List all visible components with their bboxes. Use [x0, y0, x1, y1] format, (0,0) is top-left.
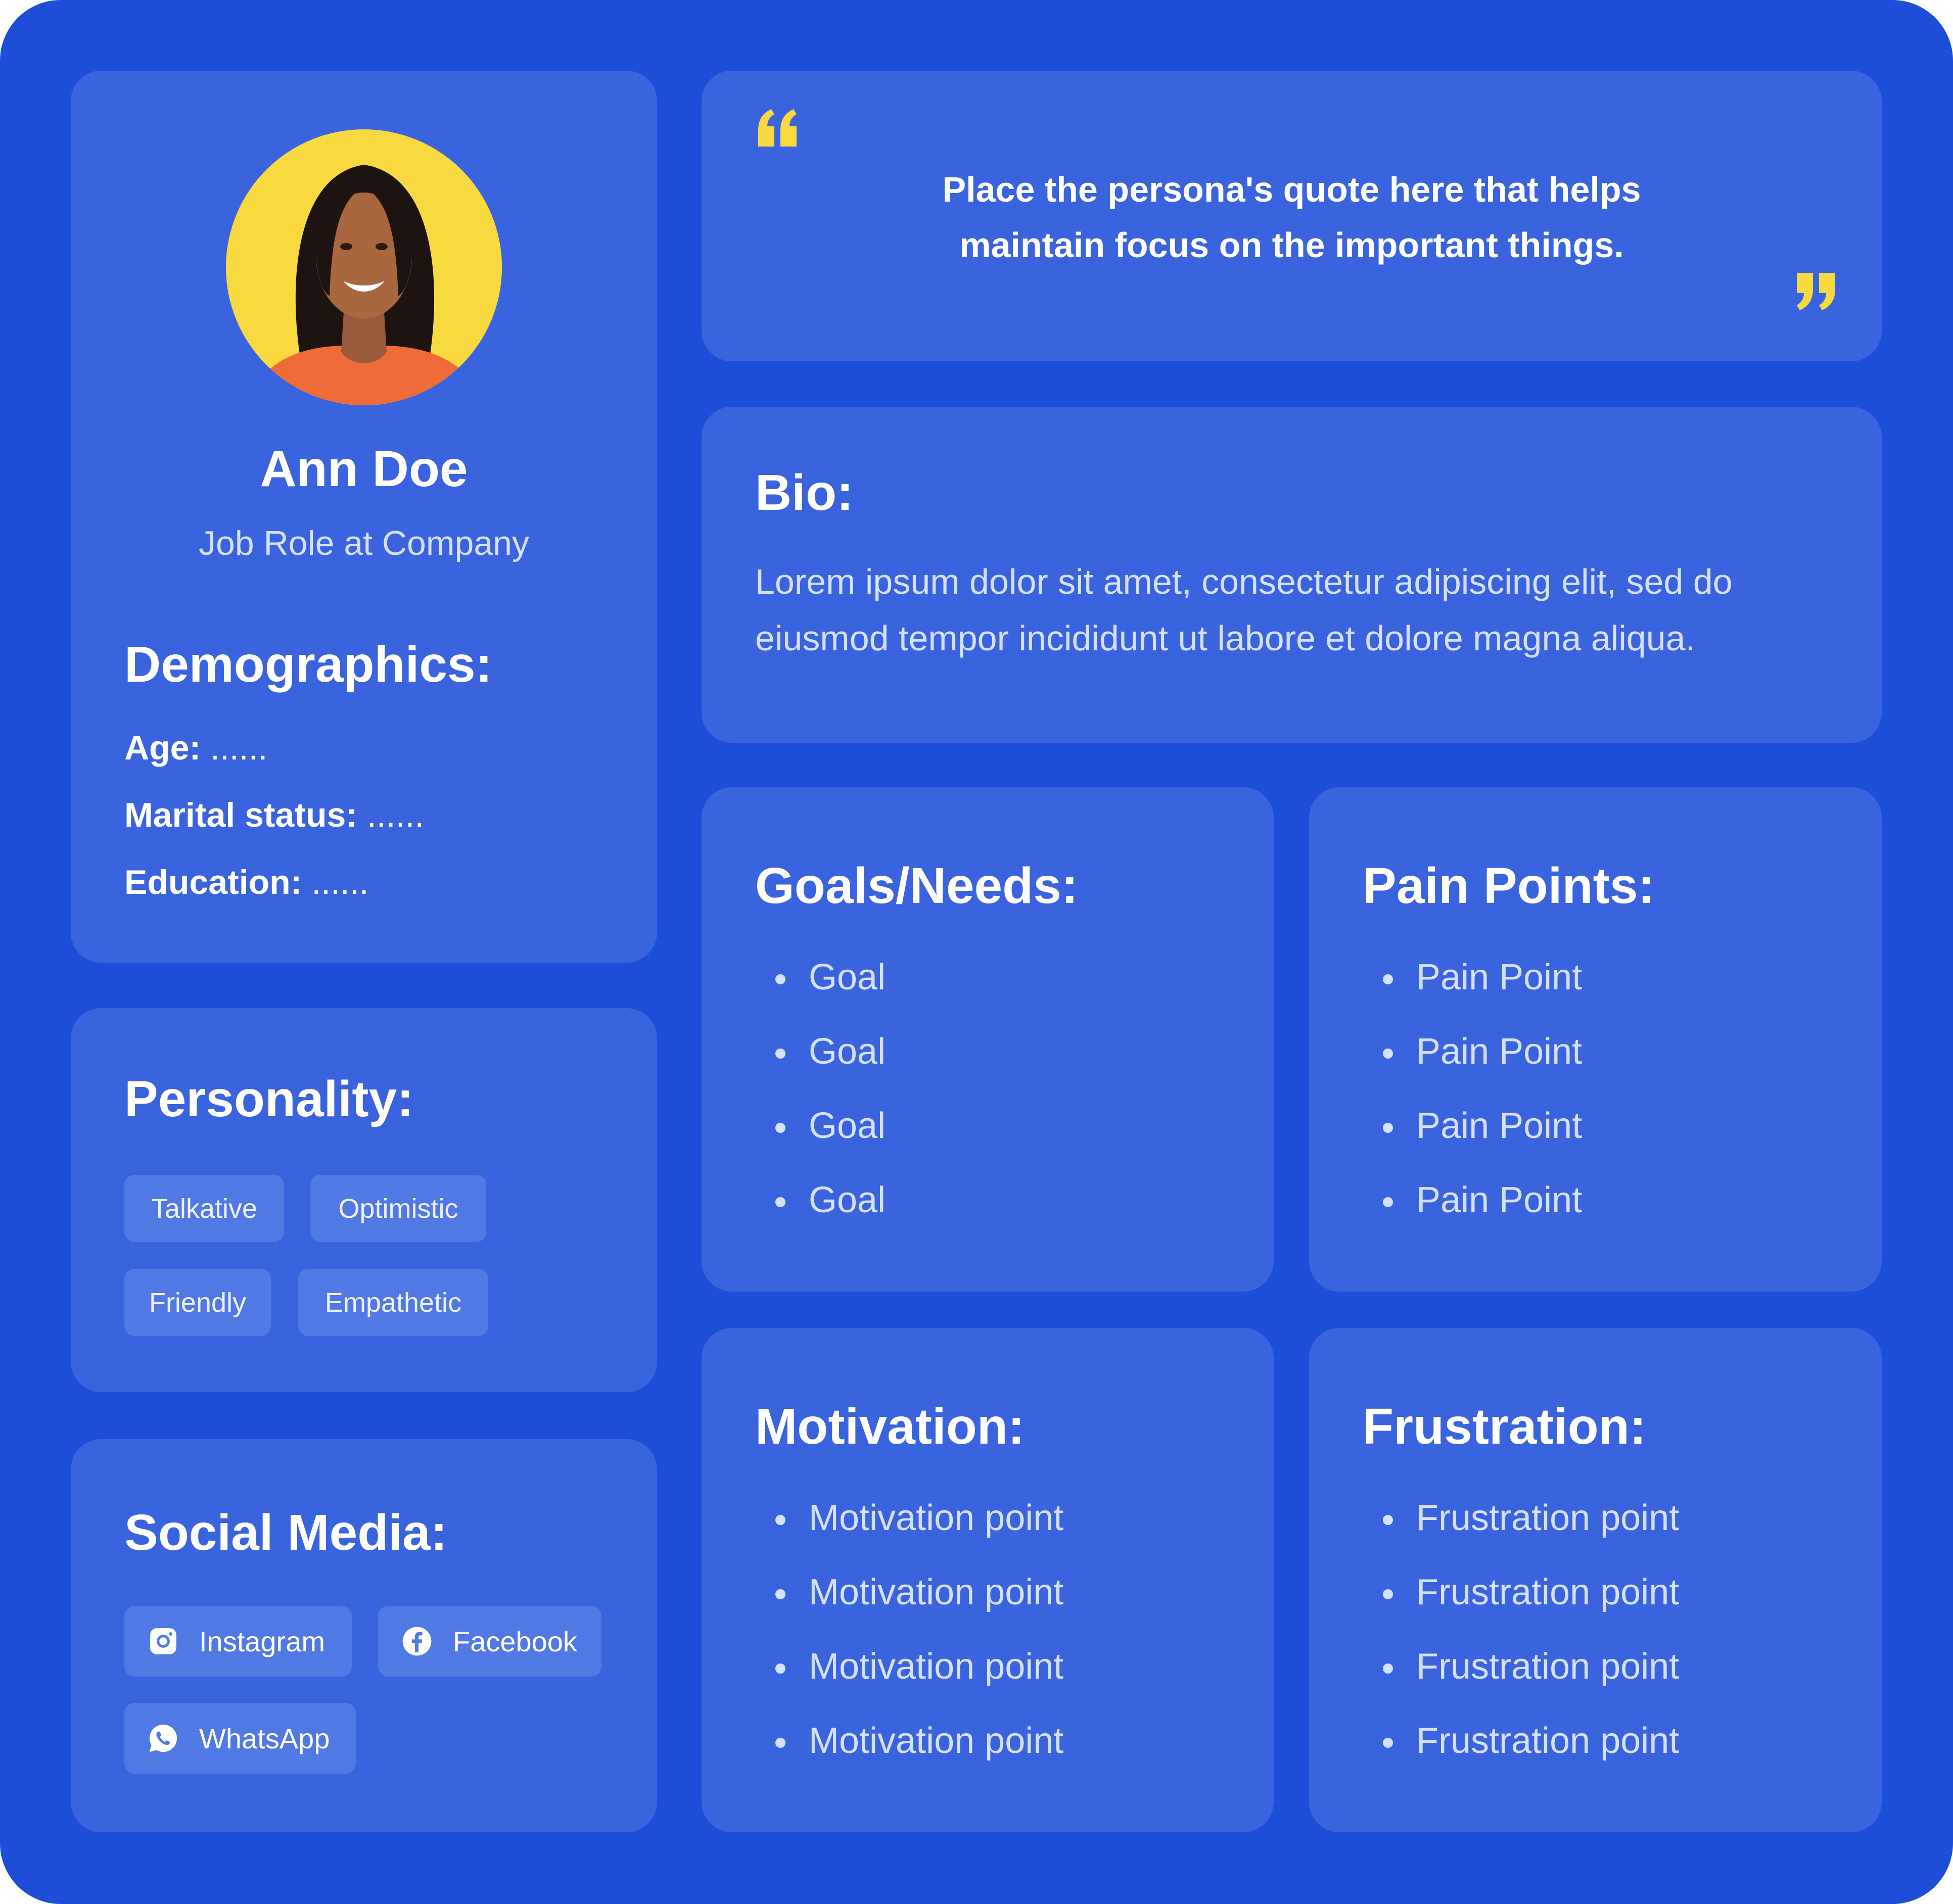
list-item: Frustration point — [1363, 1500, 1679, 1574]
goals-card: Goals/Needs: Goal Goal Goal Goal — [702, 787, 1274, 1292]
bio-line-2: eiusmod tempor incididunt ut labore et d… — [755, 618, 1696, 658]
frustration-list: Frustration point Frustration point Frus… — [1363, 1500, 1679, 1797]
list-item: Pain Point — [1363, 1108, 1582, 1182]
demographic-marital-status: Marital status: ...... — [124, 795, 424, 836]
persona-role: Job Role at Company — [199, 524, 529, 562]
frustration-title: Frustration: — [1363, 1398, 1647, 1455]
bio-line-1: Lorem ipsum dolor sit amet, consectetur … — [755, 562, 1733, 601]
pain-points-title: Pain Points: — [1363, 858, 1655, 914]
profile-card: Ann Doe Job Role at Company Demographics… — [71, 71, 657, 963]
list-item: Motivation point — [755, 1500, 1063, 1574]
personality-title: Personality: — [124, 1071, 414, 1127]
frustration-card: Frustration: Frustration point Frustrati… — [1309, 1328, 1882, 1832]
pain-points-list: Pain Point Pain Point Pain Point Pain Po… — [1363, 959, 1582, 1256]
whatsapp-label: WhatsApp — [199, 1722, 330, 1754]
list-item: Frustration point — [1363, 1648, 1679, 1723]
trait-chip-empathetic: Empathetic — [298, 1269, 488, 1336]
list-item: Motivation point — [755, 1723, 1063, 1797]
bio-card: Bio: Lorem ipsum dolor sit amet, consect… — [702, 407, 1882, 743]
instagram-label: Instagram — [199, 1625, 325, 1657]
persona-board: Ann Doe Job Role at Company Demographics… — [0, 0, 1953, 1904]
persona-photo — [226, 129, 502, 405]
motivation-card: Motivation: Motivation point Motivation … — [702, 1328, 1274, 1832]
demographic-value: ...... — [311, 863, 369, 901]
personality-card: Personality: Talkative Optimistic Friend… — [71, 1008, 657, 1392]
trait-chip-friendly: Friendly — [124, 1269, 271, 1336]
facebook-button[interactable]: Facebook — [378, 1606, 601, 1677]
list-item: Goal — [755, 1182, 886, 1256]
demographic-value: ...... — [210, 729, 268, 767]
demographic-key: Education: — [124, 863, 302, 901]
list-item: Goal — [755, 1108, 886, 1182]
quote-close-icon — [1797, 273, 1835, 310]
demographic-education: Education: ...... — [124, 862, 369, 903]
whatsapp-button[interactable]: WhatsApp — [124, 1703, 356, 1774]
list-item: Pain Point — [1363, 959, 1582, 1033]
avatar — [226, 129, 502, 405]
list-item: Motivation point — [755, 1574, 1063, 1648]
instagram-button[interactable]: Instagram — [124, 1606, 352, 1677]
demographic-age: Age: ...... — [124, 728, 267, 769]
demographic-key: Age: — [124, 729, 201, 767]
persona-name: Ann Doe — [260, 441, 468, 497]
list-item: Pain Point — [1363, 1033, 1582, 1108]
social-media-title: Social Media: — [124, 1504, 448, 1561]
goals-title: Goals/Needs: — [755, 858, 1079, 914]
bio-text: Lorem ipsum dolor sit amet, consectetur … — [755, 553, 1842, 667]
list-item: Frustration point — [1363, 1574, 1679, 1648]
social-media-card: Social Media: Instagram Facebook WhatsAp — [71, 1439, 657, 1832]
quote-line-1: Place the persona's quote here that help… — [942, 170, 1641, 209]
quote-line-2: maintain focus on the important things. — [959, 225, 1624, 265]
trait-chip-talkative: Talkative — [124, 1175, 284, 1242]
trait-chip-optimistic: Optimistic — [310, 1175, 486, 1242]
facebook-label: Facebook — [453, 1625, 577, 1657]
quote-card: Place the persona's quote here that help… — [702, 71, 1882, 361]
motivation-list: Motivation point Motivation point Motiva… — [755, 1500, 1063, 1797]
list-item: Goal — [755, 959, 886, 1033]
goals-list: Goal Goal Goal Goal — [755, 959, 886, 1256]
demographic-value: ...... — [366, 796, 425, 834]
pain-points-card: Pain Points: Pain Point Pain Point Pain … — [1309, 787, 1882, 1292]
demographic-key: Marital status: — [124, 796, 357, 834]
list-item: Pain Point — [1363, 1182, 1582, 1256]
bio-title: Bio: — [755, 464, 854, 521]
whatsapp-icon — [149, 1724, 177, 1752]
persona-quote: Place the persona's quote here that help… — [702, 162, 1882, 273]
motivation-title: Motivation: — [755, 1398, 1025, 1455]
list-item: Motivation point — [755, 1648, 1063, 1723]
list-item: Goal — [755, 1033, 886, 1108]
instagram-icon — [150, 1628, 176, 1654]
list-item: Frustration point — [1363, 1723, 1679, 1797]
facebook-icon — [402, 1627, 432, 1656]
quote-open-icon — [758, 109, 797, 147]
demographics-title: Demographics: — [124, 636, 492, 693]
